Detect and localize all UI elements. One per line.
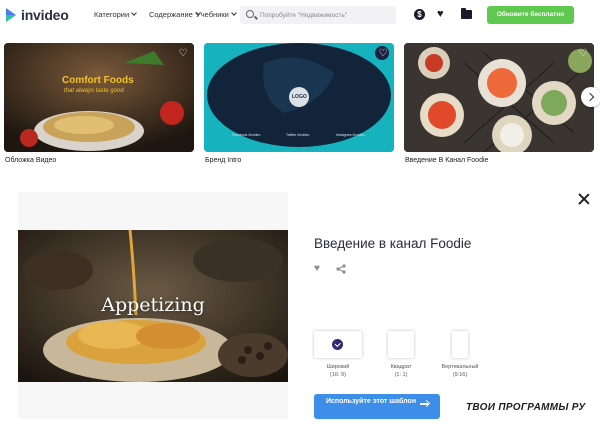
arrow-right-icon [420,403,428,405]
logo-mark-icon [6,8,16,22]
format-wide-option[interactable] [314,331,362,358]
top-navbar: invideo Категории Содержание Учебники По… [0,0,600,30]
card-thumbnail [404,43,594,152]
card-label[interactable]: Обложка Видео [5,157,56,164]
template-preview-modal: Appetizing Введение в канал Foodie ♥ Шир… [0,184,600,428]
format-name: Вертикальный [441,364,479,370]
logo-text: invideo [21,7,69,23]
nav-tutorials-label: Учебники [196,10,229,19]
format-vertical-label: Вертикальный (9:16) [430,363,490,379]
heart-icon[interactable]: ♥ [314,263,320,274]
heart-icon[interactable]: ♥ [437,8,444,20]
template-gallery: Comfort Foods that always taste good ♡ О… [0,30,600,184]
card-label[interactable]: Введение В Канал Foodie [405,157,488,164]
format-name: Квадрат [390,364,412,370]
search-placeholder: Попробуйте "Недвижимость" [260,11,348,19]
nav-content[interactable]: Содержание [149,10,201,19]
watermark: ТВОИ ПРОГРАММЫ РУ [466,402,586,413]
card-logo-text: LOGO [292,94,307,100]
card-label[interactable]: Бренд Intro [205,157,241,164]
format-square-option[interactable] [388,331,414,358]
social-label: Instagram /invideo [336,133,365,137]
close-icon[interactable] [578,193,590,205]
card-thumbnail [4,43,194,152]
card-overlay-title: Comfort Foods [62,75,134,86]
video-preview-panel: Appetizing [18,192,288,419]
heart-icon[interactable]: ♡ [177,48,189,60]
template-card-brand-intro[interactable]: LOGO Facebook /invideo Twitter /invideo … [204,43,394,152]
format-name: Широкий [326,364,350,370]
social-label: Facebook /invideo [232,133,261,137]
social-label: Twitter /invideo [286,133,310,137]
folder-icon[interactable] [461,8,472,19]
heart-icon[interactable]: ♡ [577,48,589,60]
nav-categories-label: Категории [94,10,130,19]
nav-categories[interactable]: Категории [94,10,138,19]
heart-icon[interactable]: ♡ [377,48,389,60]
format-ratio: (16: 9) [330,372,346,378]
video-overlay-title: Appetizing [101,294,205,316]
search-icon [246,10,254,18]
nav-content-label: Содержание [149,10,193,19]
card-overlay-subtitle: that always taste good [64,88,124,94]
nav-tutorials[interactable]: Учебники [196,10,237,19]
format-ratio: (9:16) [452,372,468,378]
template-card-video-cover[interactable]: Comfort Foods that always taste good ♡ [4,43,194,152]
format-wide-label: Широкий (16: 9) [304,363,372,379]
invideo-logo[interactable]: invideo [6,7,69,23]
use-template-label: Используйте этот шаблон [325,398,417,405]
share-icon[interactable] [336,264,346,274]
upgrade-button[interactable]: Обновите бесплатно [487,6,574,24]
template-card-foodie-intro[interactable]: ♡ [404,43,594,152]
search-input[interactable]: Попробуйте "Недвижимость" [240,6,396,24]
format-vertical-option[interactable] [452,331,468,358]
next-arrow-button[interactable] [581,87,600,107]
use-template-button[interactable]: Используйте этот шаблон [314,394,440,419]
format-ratio: (1: 1) [394,372,408,378]
dollar-icon[interactable]: $ [414,9,425,20]
modal-title: Введение в канал Foodie [314,236,472,251]
format-square-label: Квадрат (1: 1) [370,363,432,379]
video-preview[interactable]: Appetizing [18,230,288,382]
check-icon [332,339,343,350]
chevron-down-icon [131,10,138,16]
chevron-down-icon [231,10,237,16]
